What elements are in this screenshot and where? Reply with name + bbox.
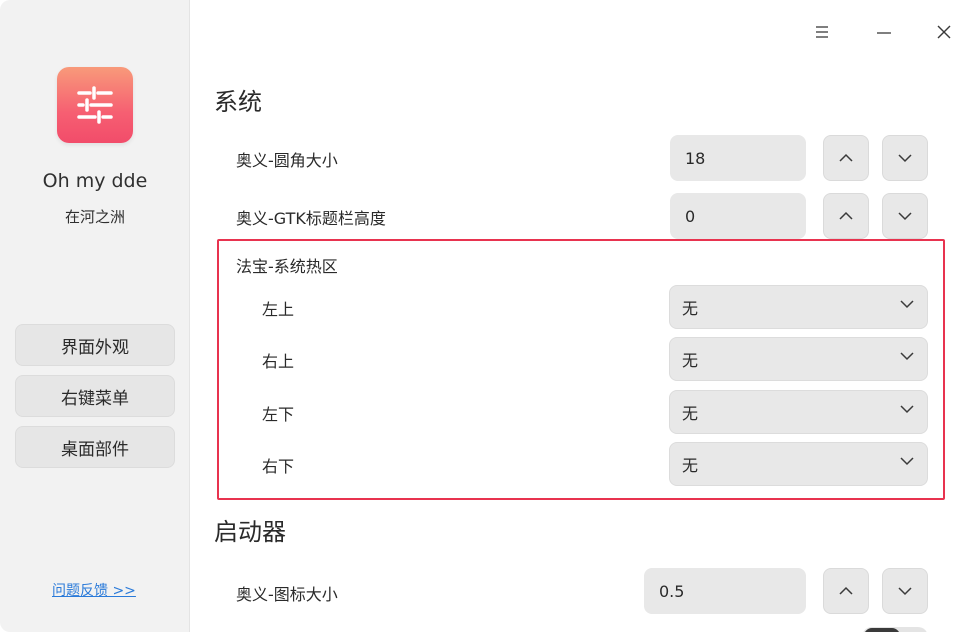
hot-corner-top-right-label: 右上 (262, 352, 295, 371)
feedback-link[interactable]: 问题反馈 >> (52, 580, 136, 600)
gtk-titlebar-input[interactable]: 0 (670, 193, 806, 239)
nav-desktop-widgets-button[interactable]: 桌面部件 (15, 426, 175, 468)
section-title-launcher: 启动器 (214, 518, 286, 546)
icon-size-input[interactable]: 0.5 (644, 568, 806, 614)
nav-context-menu-button[interactable]: 右键菜单 (15, 375, 175, 417)
app-name: Oh my dde (42, 170, 148, 192)
hot-corner-bottom-left-label: 左下 (262, 405, 295, 424)
chevron-down-icon (900, 300, 914, 309)
hot-corner-bottom-right-label: 右下 (262, 457, 295, 476)
chevron-up-icon (839, 211, 853, 220)
hot-corner-bottom-right-value: 无 (682, 456, 699, 475)
corner-radius-input[interactable]: 18 (670, 135, 806, 181)
chevron-down-icon (898, 154, 912, 163)
corner-radius-increment-button[interactable] (823, 135, 869, 181)
close-icon[interactable] (930, 18, 958, 46)
corner-radius-decrement-button[interactable] (882, 135, 928, 181)
icon-size-increment-button[interactable] (823, 568, 869, 614)
chevron-down-icon (898, 587, 912, 596)
hot-corners-title: 法宝-系统热区 (236, 257, 338, 276)
chevron-down-icon (900, 405, 914, 414)
icon-size-decrement-button[interactable] (882, 568, 928, 614)
sidebar: Oh my dde 在河之洲 界面外观 右键菜单 桌面部件 问题反馈 >> (0, 0, 190, 632)
hot-corner-bottom-left-select[interactable]: 无 (669, 390, 928, 434)
gtk-titlebar-decrement-button[interactable] (882, 193, 928, 239)
chevron-up-icon (839, 586, 853, 595)
hot-corner-top-left-select[interactable]: 无 (669, 285, 928, 329)
corner-radius-label: 奥义-圆角大小 (236, 151, 338, 170)
hot-corner-bottom-right-select[interactable]: 无 (669, 442, 928, 486)
toggle-knob (864, 628, 900, 632)
sliders-icon (57, 67, 133, 143)
hot-corner-top-right-select[interactable]: 无 (669, 337, 928, 381)
hot-corner-bottom-left-value: 无 (682, 404, 699, 423)
section-title-system: 系统 (214, 88, 262, 116)
menu-icon[interactable] (808, 18, 836, 46)
hot-corner-top-right-value: 无 (682, 351, 699, 370)
hot-corner-top-left-label: 左上 (262, 300, 295, 319)
chevron-down-icon (898, 212, 912, 221)
hot-corner-top-left-value: 无 (682, 299, 699, 318)
chevron-down-icon (900, 457, 914, 466)
nav-appearance-button[interactable]: 界面外观 (15, 324, 175, 366)
chevron-up-icon (839, 153, 853, 162)
settings-window: Oh my dde 在河之洲 界面外观 右键菜单 桌面部件 问题反馈 >> 系统… (0, 0, 975, 632)
app-author: 在河之洲 (64, 208, 125, 226)
gtk-titlebar-label: 奥义-GTK标题栏高度 (236, 209, 386, 228)
chevron-down-icon (900, 352, 914, 361)
gtk-titlebar-increment-button[interactable] (823, 193, 869, 239)
icon-size-label: 奥义-图标大小 (236, 585, 338, 604)
minimize-icon[interactable] (870, 18, 898, 46)
